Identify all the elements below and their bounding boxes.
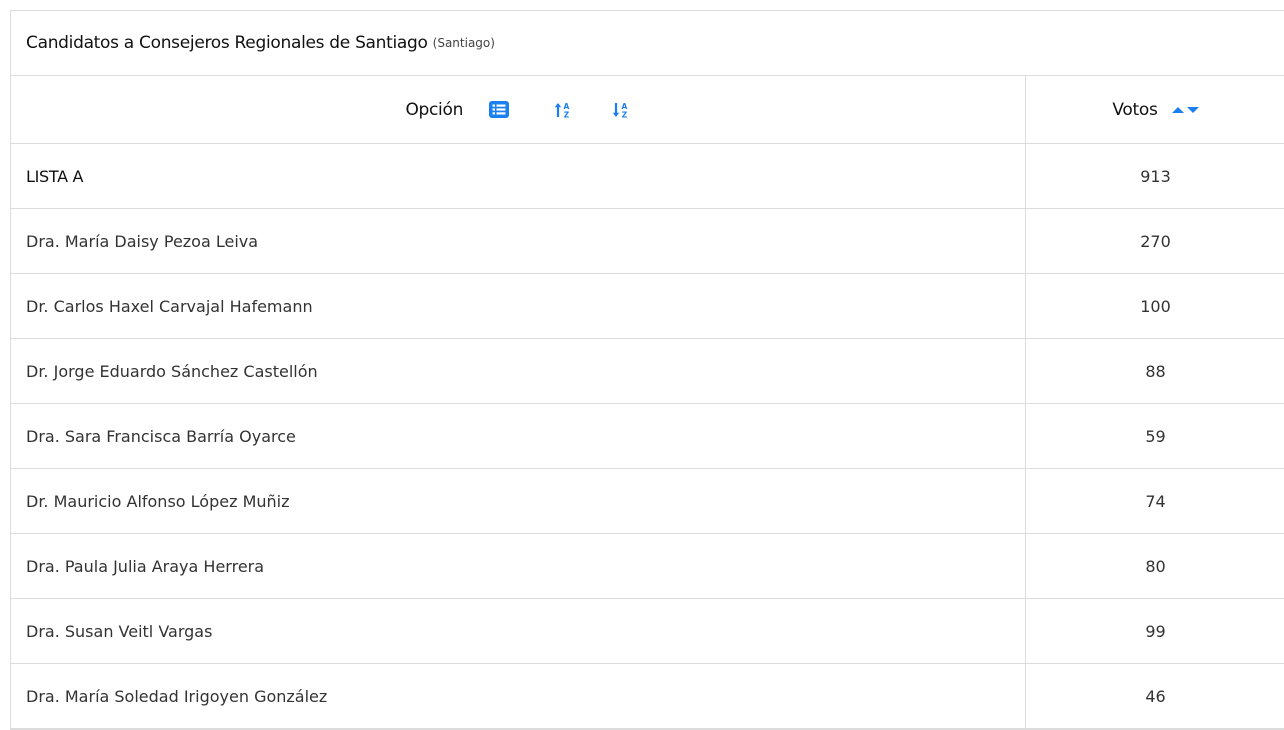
votes-cell: 46 [1025,664,1284,729]
option-cell: Dra. Susan Veitl Vargas [11,599,1025,664]
votes-value: 80 [1026,557,1284,576]
votes-value: 270 [1026,232,1284,251]
option-header-label: Opción [405,100,463,120]
results-panel: Candidatos a Consejeros Regionales de Sa… [10,10,1284,730]
list-icon[interactable] [489,101,509,118]
panel-title: Candidatos a Consejeros Regionales de Sa… [26,33,428,53]
option-cell: Dra. Paula Julia Araya Herrera [11,534,1025,599]
votes-value: 99 [1026,622,1284,641]
table-row: Dra. Paula Julia Araya Herrera80 [11,534,1284,599]
votes-value: 100 [1026,297,1284,316]
table-header-row: Opción [11,76,1284,144]
option-cell: Dr. Jorge Eduardo Sánchez Castellón [11,339,1025,404]
svg-text:Z: Z [622,110,628,119]
votes-header-label: Votos [1112,100,1157,120]
votes-cell: 80 [1025,534,1284,599]
caret-down-icon[interactable] [1187,106,1199,114]
votes-cell: 100 [1025,274,1284,339]
option-column-header: Opción [11,76,1025,144]
votes-cell: 74 [1025,469,1284,534]
option-cell: LISTA A [11,144,1025,209]
svg-text:Z: Z [564,110,570,119]
table-row: Dr. Jorge Eduardo Sánchez Castellón88 [11,339,1284,404]
votes-value: 74 [1026,492,1284,511]
votes-value: 88 [1026,362,1284,381]
votes-value: 913 [1026,167,1284,186]
option-cell: Dra. María Daisy Pezoa Leiva [11,209,1025,274]
caret-up-icon[interactable] [1172,106,1184,114]
option-cell: Dr. Mauricio Alfonso López Muñiz [11,469,1025,534]
list-group-row: LISTA A913 [11,144,1284,209]
votes-value: 59 [1026,427,1284,446]
option-cell: Dra. María Soledad Irigoyen González [11,664,1025,729]
table-row: Dr. Carlos Haxel Carvajal Hafemann100 [11,274,1284,339]
votes-cell: 88 [1025,339,1284,404]
votes-cell: 913 [1025,144,1284,209]
table-row: Dra. María Soledad Irigoyen González46 [11,664,1284,729]
sort-alpha-desc-icon[interactable]: A Z [612,101,630,119]
table-row: Dra. Sara Francisca Barría Oyarce59 [11,404,1284,469]
panel-header: Candidatos a Consejeros Regionales de Sa… [11,11,1284,76]
sort-alpha-asc-icon[interactable]: A Z [554,101,572,119]
table-row: Dra. María Daisy Pezoa Leiva270 [11,209,1284,274]
panel-subtitle: (Santiago) [433,36,495,50]
table-body: LISTA A913Dra. María Daisy Pezoa Leiva27… [11,144,1284,729]
results-table: Opción [11,76,1284,729]
votes-value: 46 [1026,687,1284,706]
option-cell: Dra. Sara Francisca Barría Oyarce [11,404,1025,469]
votes-column-header: Votos [1025,76,1284,144]
votes-cell: 59 [1025,404,1284,469]
option-cell: Dr. Carlos Haxel Carvajal Hafemann [11,274,1025,339]
votes-cell: 270 [1025,209,1284,274]
table-row: Dr. Mauricio Alfonso López Muñiz74 [11,469,1284,534]
votes-cell: 99 [1025,599,1284,664]
table-row: Dra. Susan Veitl Vargas99 [11,599,1284,664]
